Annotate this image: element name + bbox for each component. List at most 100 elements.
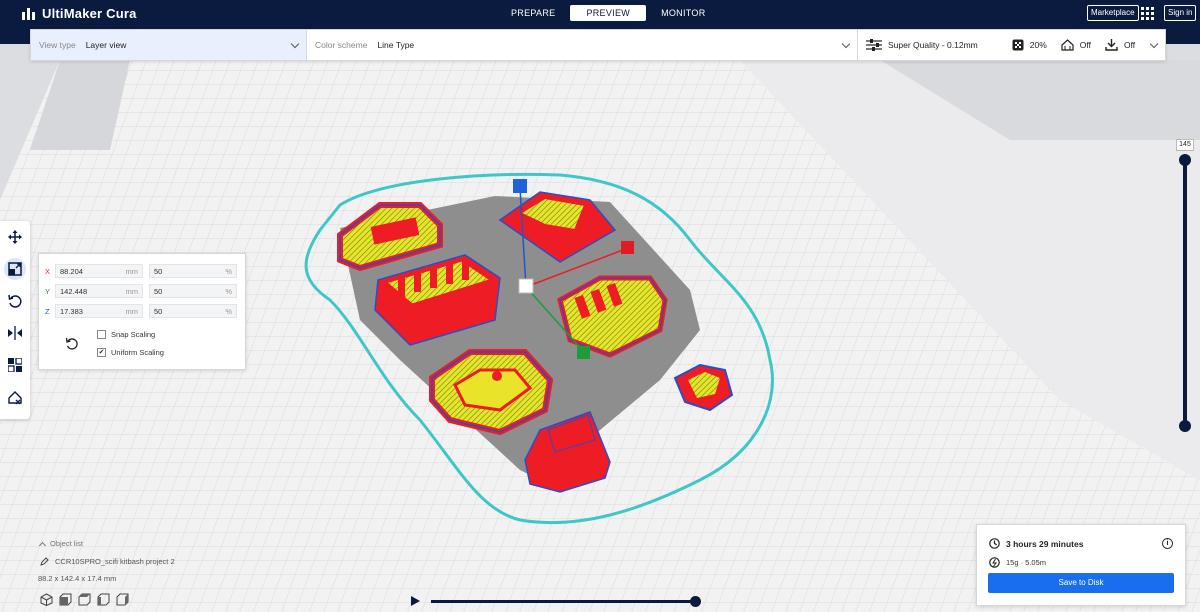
layer-slider-bottom-handle[interactable] [1179,420,1191,432]
chevron-down-icon [841,39,851,49]
scale-x-mm-input[interactable]: 88.204 mm [55,264,143,278]
support-blocker-icon [8,391,22,405]
rotate-tool-button[interactable] [4,290,26,312]
support-setting: Off [1061,39,1091,51]
infill-setting: 20% [1012,39,1047,51]
reset-icon [65,337,78,350]
color-scheme-value: Line Type [377,40,415,50]
infill-value: 20% [1029,40,1047,50]
spool-icon [989,557,1000,568]
snap-scaling-box [97,330,106,339]
layer-slider-track[interactable] [1183,160,1187,426]
print-settings-selector[interactable]: Super Quality - 0.12mm 20% Off Off [858,30,1165,60]
adhesion-icon [1105,39,1118,51]
path-slider-handle[interactable] [690,596,701,607]
pencil-icon[interactable] [40,557,49,566]
move-icon [8,230,22,244]
object-name-text: CCR10SPRO_scifi kitbash project 2 [55,557,175,566]
scale-y-percent-input[interactable]: 50% [149,284,237,298]
gizmo-y-handle[interactable] [577,346,590,359]
adhesion-value: Off [1123,40,1136,50]
path-slider-track[interactable] [431,600,695,603]
gizmo-center-handle[interactable] [518,278,534,294]
marketplace-button[interactable]: Marketplace [1087,5,1139,21]
clock-icon [989,538,1000,549]
app-title: UltiMaker Cura [42,6,137,21]
view-type-label: View type [39,40,76,50]
object-name: CCR10SPRO_scifi kitbash project 2 [40,557,175,566]
top-view-icon[interactable] [78,593,91,606]
scale-row-x: X 88.204 mm 50% [45,264,237,278]
reset-scale-button[interactable] [65,337,78,353]
color-scheme-label: Color scheme [315,40,368,50]
color-scheme-dropdown[interactable]: Color scheme Line Type [307,30,858,60]
tab-prepare[interactable]: PREPARE [496,5,570,21]
uniform-scaling-label: Uniform Scaling [111,348,164,357]
material-estimate: 15g · 5.05m [989,557,1046,568]
axis-y-label: Y [45,286,51,296]
play-icon[interactable] [411,596,420,606]
gizmo-z-handle[interactable] [513,179,527,193]
sliders-icon [866,39,882,51]
material-value: 15g · 5.05m [1006,558,1047,567]
top-bar: UltiMaker Cura PREPARE PREVIEW MONITOR M… [0,0,1200,28]
ultimaker-logo-icon [22,7,36,21]
chevron-up-icon [38,541,47,549]
scale-row-y: Y 142.448 mm 50% [45,284,237,298]
print-time-value: 3 hours 29 minutes [1006,538,1084,549]
tab-preview[interactable]: PREVIEW [570,5,647,21]
rotate-icon [8,294,22,308]
object-dimensions: 88.2 x 142.4 x 17.4 mm [38,574,117,583]
mirror-tool-button[interactable] [4,322,26,344]
object-list-label: Object list [50,539,83,548]
profile-setting: Super Quality - 0.12mm [866,39,978,51]
view-settings-bar: View type Layer view Color scheme Line T… [30,29,1166,61]
3d-view-icon[interactable] [40,593,53,607]
support-icon [1061,39,1074,51]
move-tool-button[interactable] [4,226,26,248]
sign-in-button[interactable]: Sign in [1164,5,1197,21]
tool-bar [0,221,30,419]
chevron-down-icon [1149,39,1159,49]
view-type-dropdown[interactable]: View type Layer view [31,30,307,60]
scale-panel: X 88.204 mm 50% Y 142.448 mm 50% Z 17.383 m… [38,253,246,370]
chevron-down-icon [290,39,300,49]
per-model-settings-button[interactable] [4,354,26,376]
scale-tool-button[interactable] [4,258,26,280]
per-model-settings-icon [8,358,22,372]
view-type-value: Layer view [85,40,127,50]
scale-row-z: Z 17.383 mm 50% [45,304,237,318]
scale-icon [8,262,22,276]
adhesion-setting: Off [1105,39,1135,51]
mirror-icon [8,326,22,340]
uniform-scaling-checkbox[interactable]: ✔ Uniform Scaling [97,348,164,357]
profile-value: Super Quality - 0.12mm [888,40,978,50]
snap-scaling-label: Snap Scaling [111,330,156,339]
gizmo-x-handle[interactable] [621,241,634,254]
stage-tabs: PREPARE PREVIEW MONITOR [496,5,721,21]
print-estimate-panel: 3 hours 29 minutes i 15g · 5.05m Save to… [976,524,1186,606]
right-view-icon[interactable] [116,593,129,606]
print-time: 3 hours 29 minutes [989,538,1083,549]
axis-x-label: X [45,266,51,276]
tab-monitor[interactable]: MONITOR [646,5,720,21]
info-icon[interactable]: i [1162,538,1173,549]
support-blocker-button[interactable] [4,387,26,409]
scale-x-percent-input[interactable]: 50% [149,264,237,278]
object-list-toggle[interactable]: Object list [38,539,83,549]
scale-y-mm-input[interactable]: 142.448 mm [55,284,143,298]
front-view-icon[interactable] [59,593,72,606]
axis-z-label: Z [45,306,50,316]
save-to-disk-button[interactable]: Save to Disk [988,573,1174,593]
scale-z-percent-input[interactable]: 50% [149,304,237,318]
support-value: Off [1079,40,1091,50]
snap-scaling-checkbox[interactable]: Snap Scaling [97,330,155,339]
layer-number-input[interactable]: 145 [1176,139,1194,151]
apps-grid-icon[interactable] [1141,7,1154,20]
uniform-scaling-box: ✔ [97,348,106,357]
layer-slider-top-handle[interactable] [1179,154,1191,166]
infill-icon [1012,39,1024,51]
camera-views [40,593,129,607]
scale-z-mm-input[interactable]: 17.383 mm [55,304,143,318]
left-view-icon[interactable] [97,593,110,606]
